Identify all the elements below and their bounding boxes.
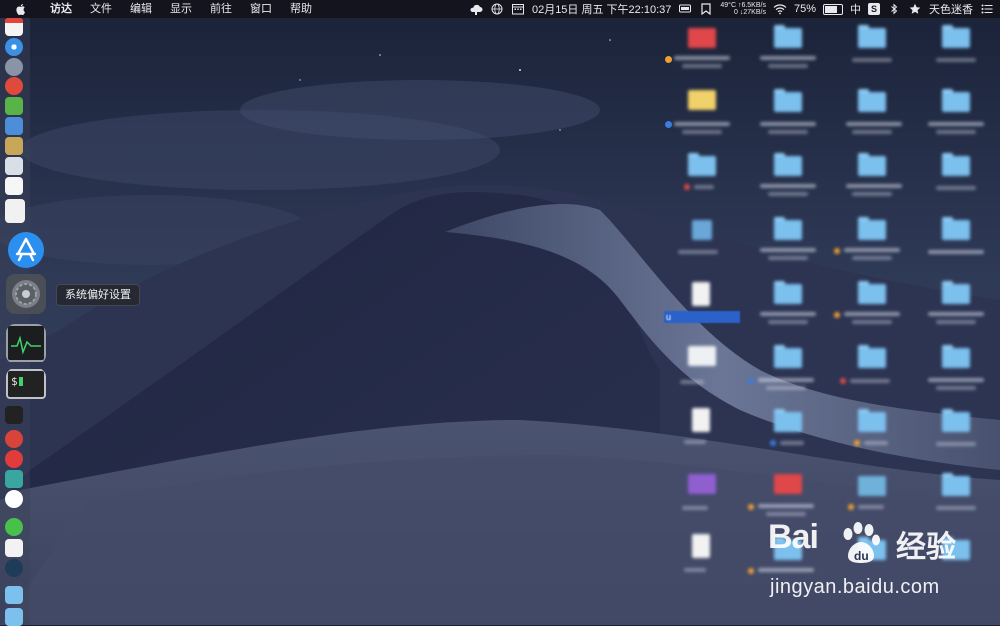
- menu-view[interactable]: 显示: [161, 0, 201, 18]
- folder-icon[interactable]: [774, 281, 802, 304]
- android-app-icon[interactable]: [5, 97, 23, 115]
- document-icon[interactable]: [692, 534, 710, 558]
- folder-icon[interactable]: [942, 89, 970, 112]
- watermark-product: 经验: [896, 531, 956, 564]
- system-preferences-icon[interactable]: [6, 274, 46, 314]
- folder-icon[interactable]: [774, 409, 802, 432]
- activity-monitor-icon[interactable]: [6, 324, 46, 364]
- watermark-url: jingyan.baidu.com: [770, 576, 940, 598]
- folder-icon[interactable]: [858, 281, 886, 304]
- folder-icon[interactable]: [858, 476, 886, 496]
- sync-app-icon[interactable]: [5, 470, 23, 488]
- folder-stack-icon[interactable]: [5, 586, 23, 604]
- folder-icon[interactable]: [942, 153, 970, 176]
- display-icon[interactable]: [678, 3, 692, 15]
- download-count: 0: [734, 9, 738, 16]
- input-method-indicator[interactable]: 中: [850, 1, 861, 17]
- yandex-browser-icon[interactable]: [5, 490, 23, 508]
- dock: $: [0, 18, 46, 626]
- image-file-icon[interactable]: [688, 346, 716, 366]
- menu-bar: 访达 文件 编辑 显示 前往 窗口 帮助 02月15日 周五 下午22:10:3…: [0, 0, 1000, 18]
- vivaldi-icon[interactable]: [5, 430, 23, 448]
- apple-logo-icon[interactable]: [14, 2, 28, 16]
- folder-icon[interactable]: [774, 474, 802, 494]
- netease-music-icon[interactable]: [5, 450, 23, 468]
- network-monitor[interactable]: 49°C ↑6.5KB/s 0 ↓27KB/s: [720, 2, 766, 16]
- upload-speed: ↑6.5KB/s: [737, 2, 766, 9]
- folder-icon[interactable]: [858, 409, 886, 432]
- calendar-app-icon[interactable]: [5, 18, 23, 36]
- baidu-jingyan-watermark: Bai du 经验 jingyan.baidu.com: [768, 518, 988, 608]
- folder-icon[interactable]: [942, 409, 970, 432]
- document-icon[interactable]: [692, 408, 710, 432]
- bookmark-app-icon[interactable]: [699, 3, 713, 15]
- netease-app-icon[interactable]: [5, 77, 23, 95]
- menu-app-name[interactable]: 访达: [41, 0, 81, 18]
- folder-icon[interactable]: [774, 217, 802, 240]
- folder-icon[interactable]: [942, 473, 970, 496]
- textedit-icon[interactable]: [5, 177, 23, 195]
- folder-icon[interactable]: [942, 217, 970, 240]
- folder-icon[interactable]: [858, 345, 886, 368]
- photo-app-icon[interactable]: [5, 157, 23, 175]
- folder-icon[interactable]: [942, 345, 970, 368]
- notification-center-icon[interactable]: [980, 3, 994, 15]
- folder-icon[interactable]: [858, 25, 886, 48]
- svg-text:du: du: [854, 549, 869, 563]
- folder-icon[interactable]: [774, 153, 802, 176]
- preview-icon[interactable]: [5, 117, 23, 135]
- battery-level-fill: [825, 5, 837, 13]
- app-icon[interactable]: [688, 474, 716, 494]
- baidu-paw-logo: du: [843, 522, 880, 563]
- user-name[interactable]: 天色迷香: [929, 1, 973, 17]
- folder-icon[interactable]: [858, 89, 886, 112]
- cloud-sync-icon[interactable]: [469, 3, 483, 15]
- console-icon[interactable]: [5, 406, 23, 424]
- folder-icon[interactable]: [774, 345, 802, 368]
- menu-window[interactable]: 窗口: [241, 0, 281, 18]
- star-icon[interactable]: [908, 3, 922, 15]
- clock-datetime[interactable]: 02月15日 周五 下午22:10:37: [532, 1, 671, 17]
- folder-icon[interactable]: [942, 281, 970, 304]
- document-icon[interactable]: [692, 282, 710, 306]
- folder-icon[interactable]: [688, 90, 716, 110]
- battery-percent: 75%: [793, 3, 816, 15]
- folder-icon[interactable]: [688, 153, 716, 176]
- archive-app-icon[interactable]: [5, 137, 23, 155]
- watermark-brand-bai: Bai: [768, 518, 819, 556]
- downloads-folder-icon[interactable]: [5, 608, 23, 626]
- folder-icon[interactable]: [942, 25, 970, 48]
- folder-icon[interactable]: [774, 89, 802, 112]
- folder-icon[interactable]: [774, 25, 802, 48]
- orange-tag-dot: [665, 56, 672, 63]
- menu-file[interactable]: 文件: [81, 0, 121, 18]
- sogou-input-icon[interactable]: S: [868, 3, 880, 15]
- bluetooth-icon[interactable]: [887, 3, 901, 15]
- safari-icon[interactable]: [5, 38, 23, 56]
- selected-file-label[interactable]: u: [664, 311, 740, 323]
- menu-go[interactable]: 前往: [201, 0, 241, 18]
- blue-tag-dot: [665, 121, 672, 128]
- document-icon[interactable]: [5, 539, 23, 557]
- svg-text:$: $: [11, 375, 18, 388]
- cpu-temp: 49°C: [720, 2, 736, 9]
- download-speed: ↓27KB/s: [739, 9, 766, 16]
- dock-tooltip: 系统偏好设置: [56, 284, 140, 306]
- steam-icon[interactable]: [5, 559, 23, 577]
- wechat-icon[interactable]: [5, 518, 23, 536]
- globe-icon[interactable]: [490, 3, 504, 15]
- terminal-icon[interactable]: $: [6, 368, 46, 408]
- wifi-icon[interactable]: [773, 3, 787, 15]
- battery-icon[interactable]: [823, 3, 843, 15]
- app-icon[interactable]: [692, 220, 712, 240]
- app-store-icon[interactable]: [6, 230, 46, 270]
- calendar-icon[interactable]: [511, 3, 525, 15]
- folder-icon[interactable]: [858, 153, 886, 176]
- menu-edit[interactable]: 编辑: [121, 0, 161, 18]
- folder-icon[interactable]: [858, 217, 886, 240]
- desktop-file-icon[interactable]: [688, 28, 716, 48]
- menu-help[interactable]: 帮助: [281, 0, 321, 18]
- notes-list-icon[interactable]: [5, 199, 25, 223]
- launchpad-icon[interactable]: [5, 58, 23, 76]
